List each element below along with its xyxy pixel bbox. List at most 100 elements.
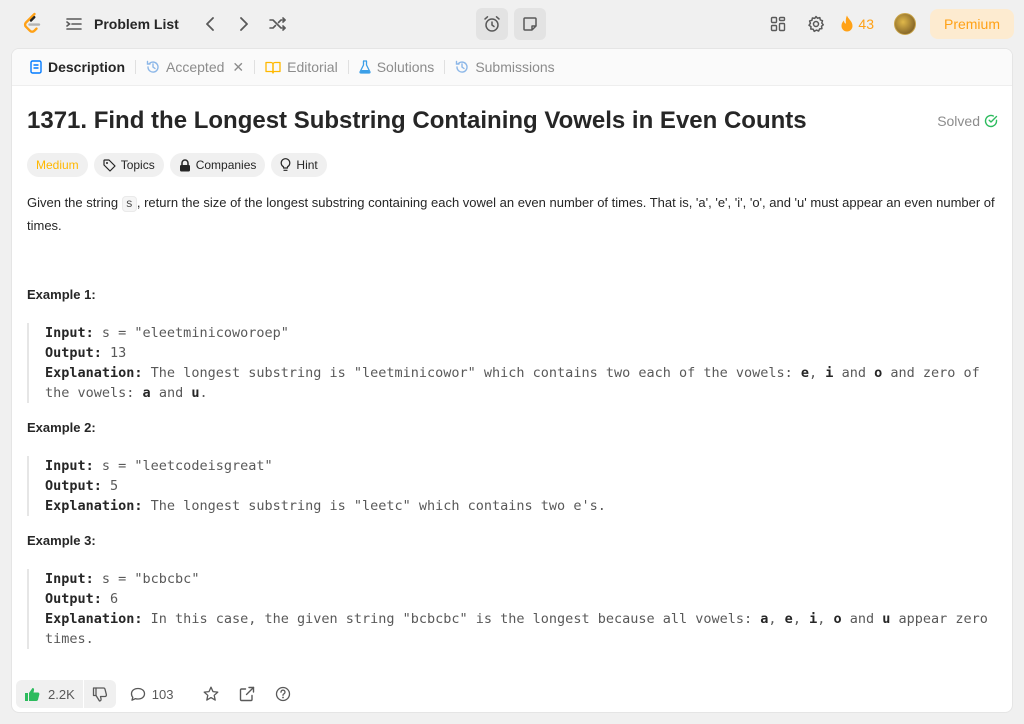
premium-button[interactable]: Premium [929, 9, 1014, 39]
timer-button[interactable] [476, 8, 508, 40]
random-problem-button[interactable] [261, 10, 295, 38]
problem-list-link[interactable]: Problem List [94, 16, 179, 32]
explanation-label: Explanation: [45, 611, 143, 627]
separator: and [833, 365, 875, 381]
hint-chip[interactable]: Hint [271, 153, 327, 177]
description-text: , return the size of the longest substri… [27, 195, 995, 233]
comments-button[interactable]: 103 [130, 686, 174, 702]
help-button[interactable] [275, 686, 291, 702]
gear-icon [808, 15, 825, 33]
separator: , [792, 611, 810, 627]
question-circle-icon [276, 686, 291, 702]
separator: . [199, 385, 208, 401]
streak-count: 43 [858, 16, 874, 32]
notes-button[interactable] [514, 8, 546, 40]
tab-solutions[interactable]: Solutions [353, 49, 441, 85]
streak-counter[interactable]: 43 [840, 15, 874, 33]
tab-submissions-label: Submissions [475, 59, 555, 75]
chevron-right-icon [239, 17, 248, 31]
tab-editorial[interactable]: Editorial [259, 49, 344, 85]
input-label: Input: [45, 458, 94, 474]
separator: , [768, 611, 785, 627]
book-icon [265, 61, 281, 74]
tab-divider [135, 60, 137, 74]
prev-problem-button[interactable] [193, 10, 227, 38]
document-icon [30, 60, 42, 74]
tab-accepted[interactable]: Accepted ✕ [140, 49, 250, 85]
tab-divider [444, 60, 446, 74]
share-button[interactable] [239, 686, 255, 702]
top-navbar: Problem List 43 Premium [0, 0, 1024, 48]
separator: and [841, 611, 883, 627]
history-icon [146, 60, 160, 74]
grid-layout-icon [771, 16, 786, 32]
output-value: 13 [101, 345, 127, 361]
layout-button[interactable] [762, 8, 794, 40]
problem-list-icon[interactable] [64, 14, 84, 34]
like-button[interactable]: 2.2K [16, 680, 83, 708]
example-1-block: Input: s = "eleetminicoworoep" Output: 1… [27, 323, 995, 403]
inline-code: s [121, 196, 137, 212]
description-panel: Description Accepted ✕ Editorial Solutio… [11, 48, 1013, 713]
explanation-label: Explanation: [45, 365, 143, 381]
input-value: s = "bcbcbc" [93, 571, 200, 587]
dislike-button[interactable] [84, 680, 116, 708]
vowel: o [833, 611, 842, 627]
favorite-button[interactable] [203, 686, 219, 702]
companies-label: Companies [195, 158, 257, 172]
topics-chip[interactable]: Topics [93, 153, 164, 177]
star-icon [204, 686, 219, 701]
problem-title[interactable]: 1371. Find the Longest Substring Contain… [27, 107, 807, 135]
problem-description: Given the string s, return the size of t… [27, 192, 1002, 236]
input-label: Input: [45, 571, 94, 587]
avatar[interactable] [893, 13, 916, 35]
input-label: Input: [45, 325, 94, 341]
solved-status: Solved [937, 113, 998, 129]
vowel: e [784, 611, 793, 627]
close-icon[interactable]: ✕ [232, 59, 244, 76]
comment-count: 103 [151, 686, 174, 702]
tab-submissions[interactable]: Submissions [449, 49, 560, 85]
like-dislike-group: 2.2K [16, 680, 116, 708]
vowel: i [809, 611, 818, 627]
solved-label: Solved [937, 113, 980, 129]
tab-description[interactable]: Description [24, 49, 131, 85]
input-value: s = "leetcodeisgreat" [93, 458, 273, 474]
difficulty-badge: Medium [27, 153, 88, 177]
companies-chip[interactable]: Companies [169, 153, 266, 177]
chevron-left-icon [205, 17, 214, 31]
bottom-action-bar: 2.2K 103 [12, 676, 1012, 712]
example-3-block: Input: s = "bcbcbc" Output: 6 Explanatio… [27, 569, 995, 649]
tab-divider [347, 60, 349, 74]
tab-accepted-label: Accepted [166, 59, 225, 75]
lightbulb-icon [281, 158, 291, 171]
separator: , [817, 611, 834, 627]
tab-solutions-label: Solutions [376, 59, 435, 75]
explanation-text: The longest substring is "leetminicowor"… [142, 365, 801, 381]
example-3-title: Example 3: [27, 533, 96, 548]
problem-tags: Medium Topics Companies Hint [27, 153, 327, 177]
next-problem-button[interactable] [227, 10, 261, 38]
explanation-label: Explanation: [45, 498, 143, 514]
hint-label: Hint [296, 158, 318, 172]
settings-button[interactable] [800, 8, 832, 40]
description-text: Given the string [27, 195, 122, 210]
vowel: a [142, 385, 151, 401]
comment-icon [130, 687, 145, 701]
flask-icon [359, 60, 371, 74]
check-circle-icon [984, 114, 998, 128]
thumbs-up-icon [25, 687, 40, 701]
input-value: s = "eleetminicoworoep" [93, 325, 289, 341]
topics-label: Topics [120, 158, 155, 172]
separator: and [150, 385, 192, 401]
share-icon [240, 686, 255, 702]
separator: , [809, 365, 826, 381]
history-icon [455, 60, 469, 74]
leetcode-logo-icon[interactable] [20, 12, 44, 36]
vowel: o [874, 365, 883, 381]
panel-tabs: Description Accepted ✕ Editorial Solutio… [12, 49, 1012, 86]
note-icon [523, 17, 537, 31]
alarm-clock-icon [484, 16, 500, 32]
tag-icon [103, 158, 116, 172]
output-label: Output: [45, 345, 102, 361]
